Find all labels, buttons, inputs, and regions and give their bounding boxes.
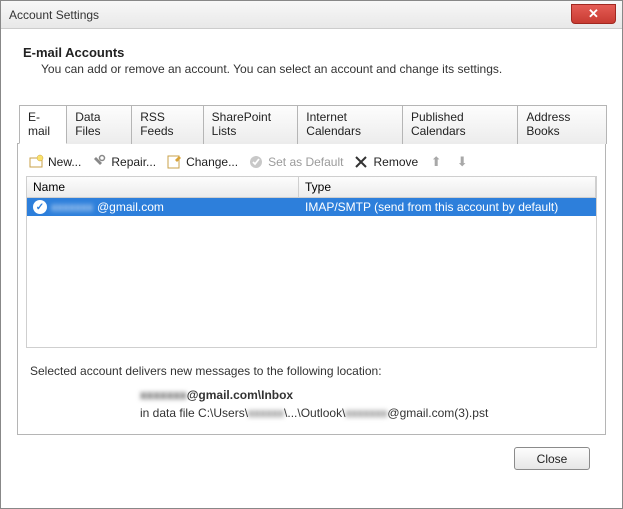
delivery-mailbox-blurred: xxxxxxx xyxy=(140,388,187,402)
delivery-path-blur2: xxxxxxx xyxy=(345,406,387,420)
move-down-icon: ⬇ xyxy=(454,154,470,170)
remove-button[interactable]: Remove xyxy=(353,154,418,170)
account-name-suffix: @gmail.com xyxy=(97,200,164,214)
tab-rss-feeds[interactable]: RSS Feeds xyxy=(131,105,203,144)
delivery-path-p1: in data file C:\Users\ xyxy=(140,406,248,420)
tab-strip: E-mail Data Files RSS Feeds SharePoint L… xyxy=(17,104,606,144)
titlebar: Account Settings ✕ xyxy=(1,1,622,29)
column-header-type[interactable]: Type xyxy=(299,177,596,197)
window-title: Account Settings xyxy=(9,8,99,22)
close-button[interactable]: Close xyxy=(514,447,590,470)
remove-label: Remove xyxy=(373,155,418,169)
column-header-name[interactable]: Name xyxy=(27,177,299,197)
heading-subtitle: You can add or remove an account. You ca… xyxy=(41,62,600,76)
move-up-icon: ⬆ xyxy=(428,154,444,170)
tab-sharepoint-lists[interactable]: SharePoint Lists xyxy=(203,105,299,144)
tab-panel-email: New... Repair... Change... Set as Defaul… xyxy=(17,144,606,435)
heading-title: E-mail Accounts xyxy=(23,45,600,60)
default-account-icon: ✓ xyxy=(33,200,47,214)
close-icon: ✕ xyxy=(588,6,599,22)
delivery-detail: xxxxxxx@gmail.com\Inbox in data file C:\… xyxy=(140,386,593,422)
list-header: Name Type xyxy=(26,176,597,198)
dialog-footer: Close xyxy=(17,439,606,470)
toolbar: New... Repair... Change... Set as Defaul… xyxy=(26,152,597,176)
account-name-cell: ✓ xxxxxxx @gmail.com xyxy=(27,200,299,214)
window-close-button[interactable]: ✕ xyxy=(571,4,616,24)
change-button[interactable]: Change... xyxy=(166,154,238,170)
new-button[interactable]: New... xyxy=(28,154,81,170)
delivery-section: Selected account delivers new messages t… xyxy=(26,364,597,422)
tab-email[interactable]: E-mail xyxy=(19,105,67,144)
new-label: New... xyxy=(48,155,81,169)
account-type-cell: IMAP/SMTP (send from this account by def… xyxy=(299,200,596,214)
delivery-intro: Selected account delivers new messages t… xyxy=(30,364,593,378)
account-list[interactable]: ✓ xxxxxxx @gmail.com IMAP/SMTP (send from… xyxy=(26,198,597,348)
delivery-path-p3: @gmail.com(3).pst xyxy=(387,406,488,420)
repair-label: Repair... xyxy=(111,155,156,169)
delivery-path-p2: \...\Outlook\ xyxy=(284,406,345,420)
remove-icon xyxy=(353,154,369,170)
set-default-button: Set as Default xyxy=(248,154,343,170)
tab-internet-calendars[interactable]: Internet Calendars xyxy=(297,105,403,144)
repair-icon xyxy=(91,154,107,170)
repair-button[interactable]: Repair... xyxy=(91,154,156,170)
account-name-blurred: xxxxxxx xyxy=(51,200,93,214)
tab-address-books[interactable]: Address Books xyxy=(517,105,607,144)
heading: E-mail Accounts You can add or remove an… xyxy=(17,41,606,86)
new-icon xyxy=(28,154,44,170)
set-default-label: Set as Default xyxy=(268,155,343,169)
tab-published-calendars[interactable]: Published Calendars xyxy=(402,105,518,144)
check-icon xyxy=(248,154,264,170)
content-area: E-mail Accounts You can add or remove an… xyxy=(1,29,622,480)
account-row[interactable]: ✓ xxxxxxx @gmail.com IMAP/SMTP (send from… xyxy=(27,198,596,216)
tab-data-files[interactable]: Data Files xyxy=(66,105,132,144)
delivery-path-blur1: xxxxxx xyxy=(248,406,284,420)
change-label: Change... xyxy=(186,155,238,169)
delivery-mailbox-suffix: @gmail.com\Inbox xyxy=(187,388,293,402)
change-icon xyxy=(166,154,182,170)
